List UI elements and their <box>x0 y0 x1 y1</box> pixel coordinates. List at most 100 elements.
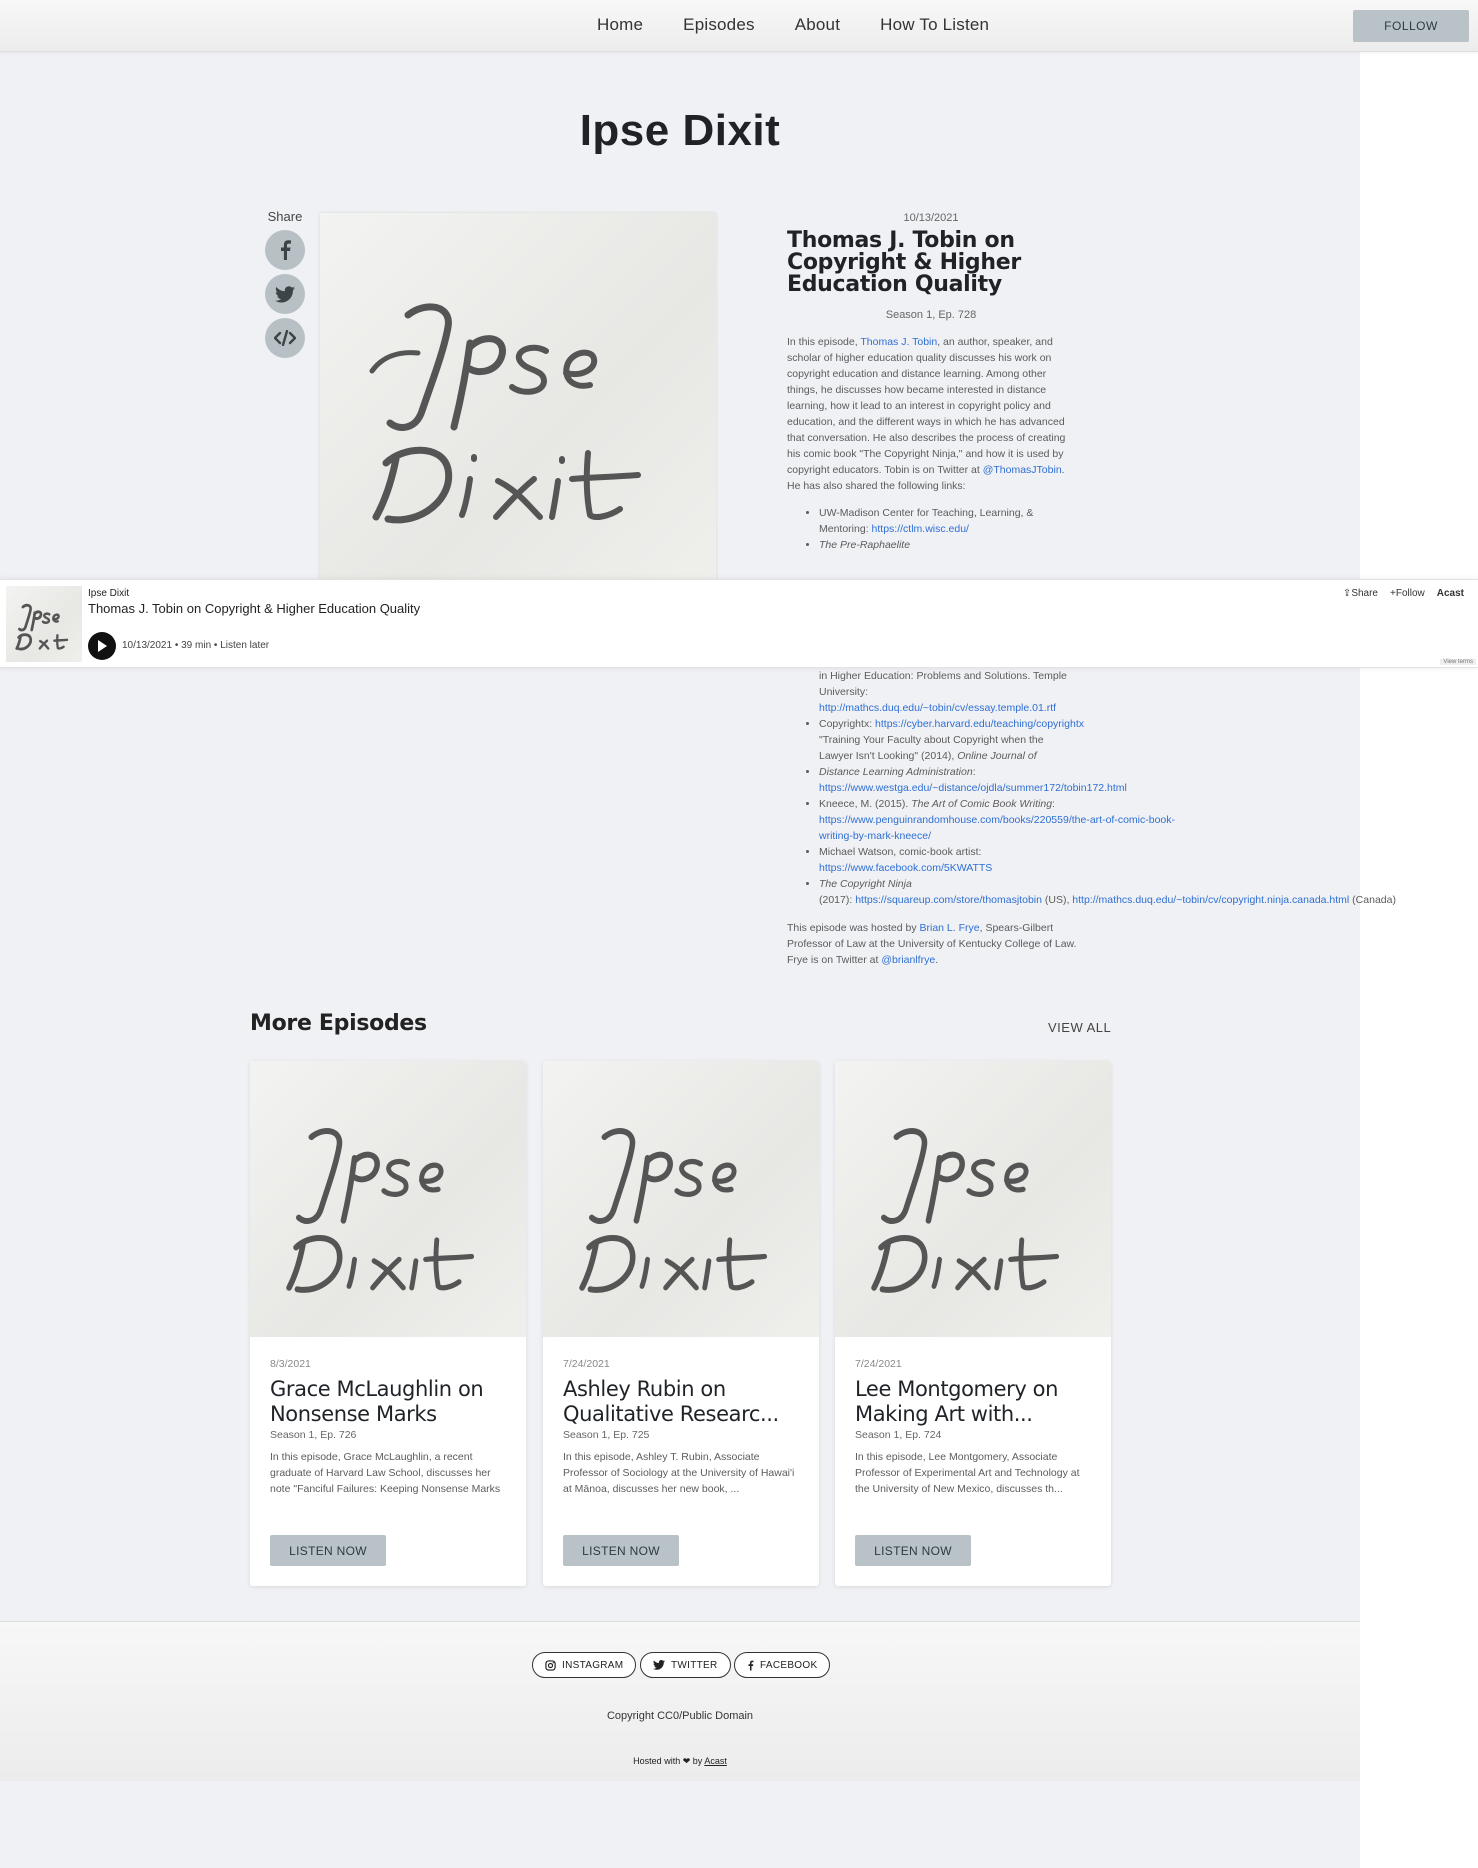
episode-card[interactable]: 7/24/2021 Ashley Rubin on Qualitative Re… <box>543 1061 819 1586</box>
listen-now-button[interactable]: LISTEN NOW <box>855 1535 971 1566</box>
player-share-button[interactable]: ⇪Share <box>1343 588 1378 599</box>
card-title[interactable]: Ashley Rubin on Qualitative Researc... <box>563 1377 808 1427</box>
card-season: Season 1, Ep. 725 <box>563 1429 650 1441</box>
nav-episodes[interactable]: Episodes <box>683 15 755 35</box>
list-item: The Pre-Raphaelite <box>819 537 1075 553</box>
more-episodes-heading: More Episodes <box>250 1011 427 1036</box>
listen-later-link[interactable]: Listen later <box>220 640 269 651</box>
share-label: Share <box>267 209 303 224</box>
link-italic: The Art of Comic Book Writing <box>911 798 1053 810</box>
link-label: Michael Watson, comic-book artist: <box>819 846 982 858</box>
view-terms-link[interactable]: View terms <box>1440 659 1476 665</box>
card-description: In this episode, Lee Montgomery, Associa… <box>855 1451 1080 1495</box>
player-date: 10/13/2021 <box>122 640 173 651</box>
player-episode-title: Thomas J. Tobin on Copyright & Higher Ed… <box>88 601 421 616</box>
guest-link[interactable]: Thomas J. Tobin <box>860 336 937 348</box>
instagram-label: INSTAGRAM <box>562 1659 624 1671</box>
player-podcast-name: Ipse Dixit <box>88 588 130 599</box>
card-date: 8/3/2021 <box>270 1358 311 1370</box>
player-meta: 10/13/2021 • 39 min • Listen later <box>122 640 269 651</box>
westga-link[interactable]: https://www.westga.edu/~distance/ojdla/s… <box>819 782 1127 794</box>
facebook-5kwatts-link[interactable]: https://www.facebook.com/5KWATTS <box>819 862 992 874</box>
twitter-label: TWITTER <box>671 1659 718 1671</box>
link-italic: The Copyright Ninja <box>819 878 912 890</box>
player-duration: 39 min <box>181 640 212 651</box>
squareup-link[interactable]: https://squareup.com/store/thomasjtobin <box>855 894 1042 906</box>
nav-about[interactable]: About <box>795 15 840 35</box>
ninja-canada-link[interactable]: http://mathcs.duq.edu/~tobin/cv/copyrigh… <box>1072 894 1349 906</box>
listen-now-button[interactable]: LISTEN NOW <box>270 1535 386 1566</box>
episode-season: Season 1, Ep. 728 <box>885 309 977 321</box>
acast-link[interactable]: Acast <box>704 1756 727 1766</box>
nav-how-to-listen[interactable]: How To Listen <box>880 15 989 35</box>
list-item: The Copyright Ninja (2017): https://squa… <box>819 876 1478 908</box>
card-season: Season 1, Ep. 724 <box>855 1429 942 1441</box>
listen-now-button[interactable]: LISTEN NOW <box>563 1535 679 1566</box>
hosted-by-word: by <box>692 1756 703 1766</box>
player-cover-thumbnail <box>6 586 82 662</box>
episode-description: In this episode, Thomas J. Tobin, an aut… <box>787 334 1075 494</box>
player-follow-button[interactable]: +Follow <box>1390 588 1425 599</box>
facebook-icon <box>748 1660 754 1670</box>
list-item: Michael Watson, comic-book artist: https… <box>819 844 1119 876</box>
episode-card[interactable]: 8/3/2021 Grace McLaughlin on Nonsense Ma… <box>250 1061 526 1586</box>
nav-home[interactable]: Home <box>597 15 643 35</box>
episode-date: 10/13/2021 <box>903 212 959 224</box>
episode-cover-art <box>320 213 716 583</box>
hosted-prefix: Hosted with <box>633 1756 681 1766</box>
card-cover-art <box>250 1061 526 1337</box>
desc-text: , an author, speaker, and scholar of hig… <box>787 336 1066 476</box>
facebook-button[interactable]: FACEBOOK <box>734 1652 831 1678</box>
guest-twitter-link[interactable]: @ThomasJTobin <box>983 464 1062 476</box>
hosted-text: . <box>935 954 939 966</box>
player-follow-label: Follow <box>1395 588 1425 599</box>
card-date: 7/24/2021 <box>563 1358 610 1370</box>
host-link[interactable]: Brian L. Frye <box>920 922 980 934</box>
card-cover-art <box>543 1061 819 1337</box>
twitter-icon <box>653 1660 665 1670</box>
player-actions: ⇪Share +Follow Acast <box>1343 588 1464 599</box>
player-share-label: Share <box>1351 588 1378 599</box>
copyright-text: Copyright CC0/Public Domain <box>606 1710 754 1722</box>
desc-text: In this episode, <box>787 336 861 348</box>
follow-button[interactable]: FOLLOW <box>1353 10 1469 42</box>
twitter-icon[interactable] <box>265 274 305 314</box>
episode-card[interactable]: 7/24/2021 Lee Montgomery on Making Art w… <box>835 1061 1111 1586</box>
link-label: The Pre-Raphaelite <box>819 539 911 551</box>
view-all-link[interactable]: VIEW ALL <box>1048 1020 1111 1035</box>
embed-code-icon[interactable] <box>265 318 305 358</box>
acast-logo[interactable]: Acast <box>1437 588 1464 599</box>
link-label: (Canada) <box>1349 894 1396 906</box>
link-label: (2017): <box>819 894 856 906</box>
play-icon[interactable] <box>88 632 116 660</box>
hosted-text: This episode was hosted by <box>787 922 920 934</box>
link-wrap: "Training Your Faculty about Copyright w… <box>819 732 1064 780</box>
nav-links: Home Episodes About How To Listen <box>597 15 989 35</box>
card-description: In this episode, Grace McLaughlin, a rec… <box>270 1451 501 1495</box>
instagram-button[interactable]: INSTAGRAM <box>532 1652 637 1678</box>
ctlm-link[interactable]: https://ctlm.wisc.edu/ <box>872 523 969 535</box>
host-twitter-link[interactable]: @brianlfrye <box>881 954 935 966</box>
episode-links-continued: in Higher Education: Problems and Soluti… <box>787 668 1478 908</box>
link-label: Copyrightx: <box>819 718 876 730</box>
facebook-label: FACEBOOK <box>760 1659 818 1671</box>
list-item: "Training Your Faculty about Copyright w… <box>819 732 1279 796</box>
card-title[interactable]: Grace McLaughlin on Nonsense Marks <box>270 1377 515 1427</box>
card-title[interactable]: Lee Montgomery on Making Art with... <box>855 1377 1100 1427</box>
card-date: 7/24/2021 <box>855 1358 902 1370</box>
audio-player: Ipse Dixit Thomas J. Tobin on Copyright … <box>0 579 1478 668</box>
facebook-icon[interactable] <box>265 230 305 270</box>
footer: INSTAGRAM TWITTER FACEBOOK Copyright CC0… <box>0 1621 1360 1781</box>
hosted-by-paragraph: This episode was hosted by Brian L. Frye… <box>787 920 1077 968</box>
card-cover-art <box>835 1061 1111 1337</box>
penguin-link[interactable]: https://www.penguinrandomhouse.com/books… <box>819 814 1175 842</box>
list-item: Copyrightx: https://cyber.harvard.edu/te… <box>819 716 1478 732</box>
hosted-with-acast: Hosted with ❤ by Acast <box>0 1756 1360 1767</box>
list-item: in Higher Education: Problems and Soluti… <box>787 668 1107 716</box>
copyrightx-link[interactable]: https://cyber.harvard.edu/teaching/copyr… <box>875 718 1084 730</box>
instagram-icon <box>545 1659 556 1671</box>
links-list: Copyrightx: https://cyber.harvard.edu/te… <box>787 716 1478 908</box>
temple-essay-link[interactable]: http://mathcs.duq.edu/~tobin/cv/essay.te… <box>819 702 1056 714</box>
link-label: : <box>972 766 976 778</box>
twitter-button[interactable]: TWITTER <box>640 1652 731 1678</box>
